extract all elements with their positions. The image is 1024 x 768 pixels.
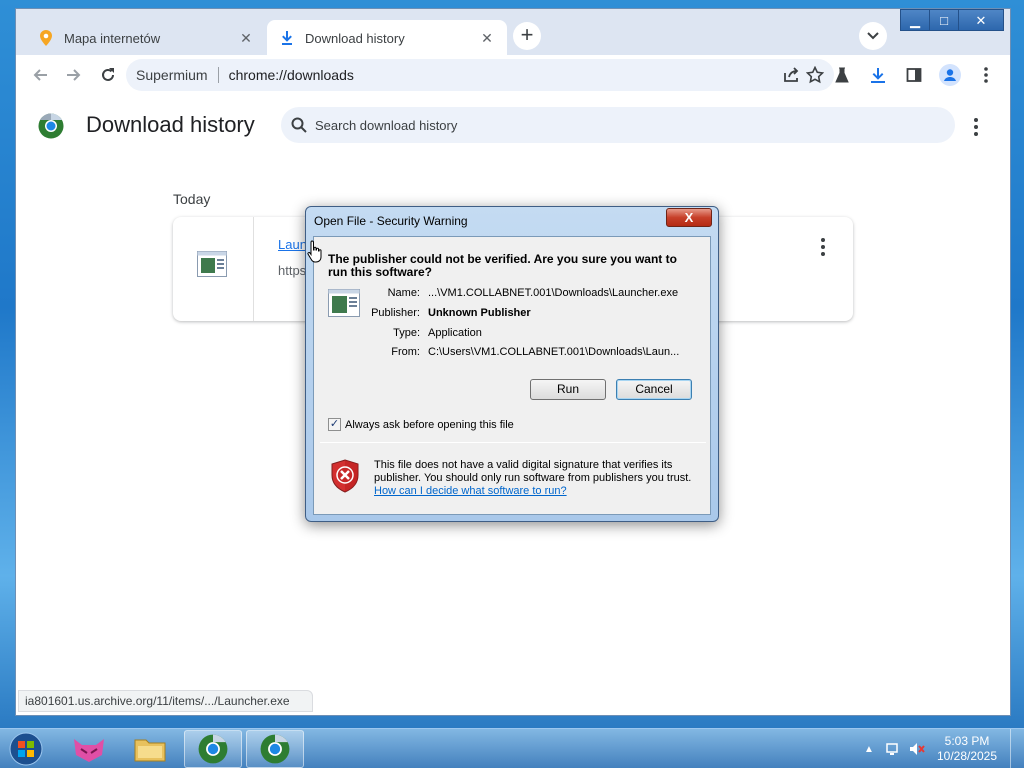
system-tray: ▲ 5:03 PM 10/28/2025 bbox=[860, 729, 1024, 768]
always-ask-option[interactable]: ✓ Always ask before opening this file bbox=[328, 418, 514, 431]
downloads-button[interactable] bbox=[862, 59, 894, 91]
maximize-button[interactable]: □ bbox=[929, 9, 959, 31]
run-button[interactable]: Run bbox=[530, 379, 606, 400]
field-label: Publisher: bbox=[371, 307, 420, 319]
download-icon bbox=[279, 30, 295, 46]
field-label: Name: bbox=[387, 287, 420, 299]
dialog-body: The publisher could not be verified. Are… bbox=[313, 236, 711, 515]
field-name: Name: ...\VM1.COLLABNET.001\Downloads\La… bbox=[354, 287, 679, 299]
arrow-left-icon bbox=[33, 69, 47, 81]
field-from: From: C:\Users\VM1.COLLABNET.001\Downloa… bbox=[354, 346, 679, 358]
search-download-history[interactable] bbox=[281, 107, 955, 143]
cat-app-icon bbox=[74, 739, 104, 762]
hand-cursor-icon bbox=[307, 240, 322, 263]
folder-icon bbox=[134, 739, 166, 762]
reload-button[interactable] bbox=[92, 59, 124, 91]
tab-download-history[interactable]: Download history ✕ bbox=[267, 20, 507, 56]
download-filename-link[interactable]: Laun bbox=[278, 237, 307, 252]
browser-menu-button[interactable] bbox=[970, 59, 1002, 91]
browser-logo-icon bbox=[38, 113, 64, 139]
taskbar-browser-1[interactable] bbox=[184, 730, 242, 768]
warning-text: This file does not have a valid digital … bbox=[374, 459, 692, 484]
field-label: From: bbox=[391, 346, 420, 358]
security-warning-dialog: Open File - Security Warning X The publi… bbox=[305, 206, 719, 522]
more-vert-icon[interactable] bbox=[813, 235, 833, 259]
share-icon[interactable] bbox=[782, 66, 800, 84]
side-panel-icon bbox=[906, 68, 922, 82]
map-pin-icon bbox=[38, 30, 54, 46]
volume-muted-icon[interactable] bbox=[908, 740, 926, 758]
page-header: Download history bbox=[16, 95, 1010, 159]
profile-button[interactable] bbox=[934, 59, 966, 91]
help-link[interactable]: How can I decide what software to run? bbox=[374, 485, 567, 497]
field-value: ...\VM1.COLLABNET.001\Downloads\Launcher… bbox=[428, 287, 679, 299]
clock-date: 10/28/2025 bbox=[936, 749, 998, 763]
network-icon[interactable] bbox=[884, 740, 902, 758]
checkbox-label: Always ask before opening this file bbox=[345, 418, 514, 431]
dialog-close-button[interactable]: X bbox=[666, 208, 712, 227]
date-group-label: Today bbox=[173, 191, 211, 207]
reload-icon bbox=[102, 68, 114, 81]
close-icon[interactable]: ✕ bbox=[479, 30, 495, 46]
labs-button[interactable] bbox=[826, 59, 858, 91]
exe-file-icon bbox=[197, 251, 227, 277]
show-desktop-button[interactable] bbox=[1010, 729, 1024, 768]
tab-mapa-internetow[interactable]: Mapa internetów ✕ bbox=[26, 20, 266, 56]
field-value: Application bbox=[428, 327, 482, 339]
page-title: Download history bbox=[86, 112, 255, 137]
forward-button[interactable] bbox=[58, 59, 90, 91]
more-vert-icon[interactable] bbox=[966, 115, 986, 139]
field-label: Type: bbox=[393, 327, 420, 339]
minimize-button[interactable]: ▁ bbox=[900, 9, 930, 31]
cancel-button[interactable]: Cancel bbox=[616, 379, 692, 400]
field-publisher: Publisher: Unknown Publisher bbox=[354, 307, 531, 319]
clock-time: 5:03 PM bbox=[944, 734, 990, 748]
side-panel-button[interactable] bbox=[898, 59, 930, 91]
status-bubble: ia801601.us.archive.org/11/items/.../Lau… bbox=[18, 690, 313, 712]
tab-strip: Mapa internetów ✕ Download history ✕ + ▁… bbox=[16, 9, 1010, 56]
flask-icon bbox=[835, 67, 849, 83]
start-button[interactable] bbox=[6, 730, 46, 768]
dialog-title: Open File - Security Warning bbox=[314, 214, 468, 228]
more-vert-icon bbox=[984, 67, 988, 83]
clock[interactable]: 5:03 PM 10/28/2025 bbox=[932, 734, 1002, 764]
always-ask-checkbox[interactable]: ✓ bbox=[328, 418, 341, 431]
taskbar-app-game[interactable] bbox=[60, 730, 118, 768]
tab-title: Download history bbox=[305, 30, 405, 46]
tab-search-button[interactable] bbox=[859, 22, 887, 50]
divider bbox=[320, 442, 706, 443]
search-input[interactable] bbox=[315, 117, 915, 133]
browser-toolbar: Supermium chrome://downloads bbox=[16, 55, 1010, 95]
close-icon[interactable]: ✕ bbox=[238, 30, 254, 46]
tab-title: Mapa internetów bbox=[64, 30, 161, 46]
field-type: Type: Application bbox=[354, 327, 482, 339]
dialog-heading: The publisher could not be verified. Are… bbox=[328, 252, 677, 279]
address-bar[interactable]: Supermium chrome://downloads bbox=[126, 59, 834, 91]
window-close-button[interactable]: ✕ bbox=[958, 9, 1004, 31]
show-hidden-icons-icon[interactable]: ▲ bbox=[860, 740, 878, 758]
taskbar-browser-2[interactable] bbox=[246, 730, 304, 768]
download-icon bbox=[871, 68, 885, 83]
browser-logo-icon bbox=[260, 734, 290, 764]
taskbar: ▲ 5:03 PM 10/28/2025 bbox=[0, 728, 1024, 768]
shield-error-icon bbox=[331, 459, 359, 493]
arrow-right-icon bbox=[67, 69, 81, 81]
taskbar-explorer[interactable] bbox=[121, 730, 179, 768]
search-icon bbox=[291, 117, 307, 133]
back-button[interactable] bbox=[24, 59, 56, 91]
chevron-down-icon bbox=[867, 32, 879, 40]
url-text[interactable]: chrome://downloads bbox=[219, 67, 782, 83]
browser-logo-icon bbox=[198, 734, 228, 764]
window-controls: ▁ □ ✕ bbox=[900, 9, 1004, 31]
avatar-icon bbox=[939, 64, 961, 86]
divider bbox=[253, 217, 254, 321]
field-value: Unknown Publisher bbox=[428, 307, 531, 319]
field-value: C:\Users\VM1.COLLABNET.001\Downloads\Lau… bbox=[428, 346, 680, 358]
new-tab-button[interactable]: + bbox=[513, 22, 541, 50]
star-icon[interactable] bbox=[806, 66, 824, 84]
site-label: Supermium bbox=[136, 67, 219, 83]
